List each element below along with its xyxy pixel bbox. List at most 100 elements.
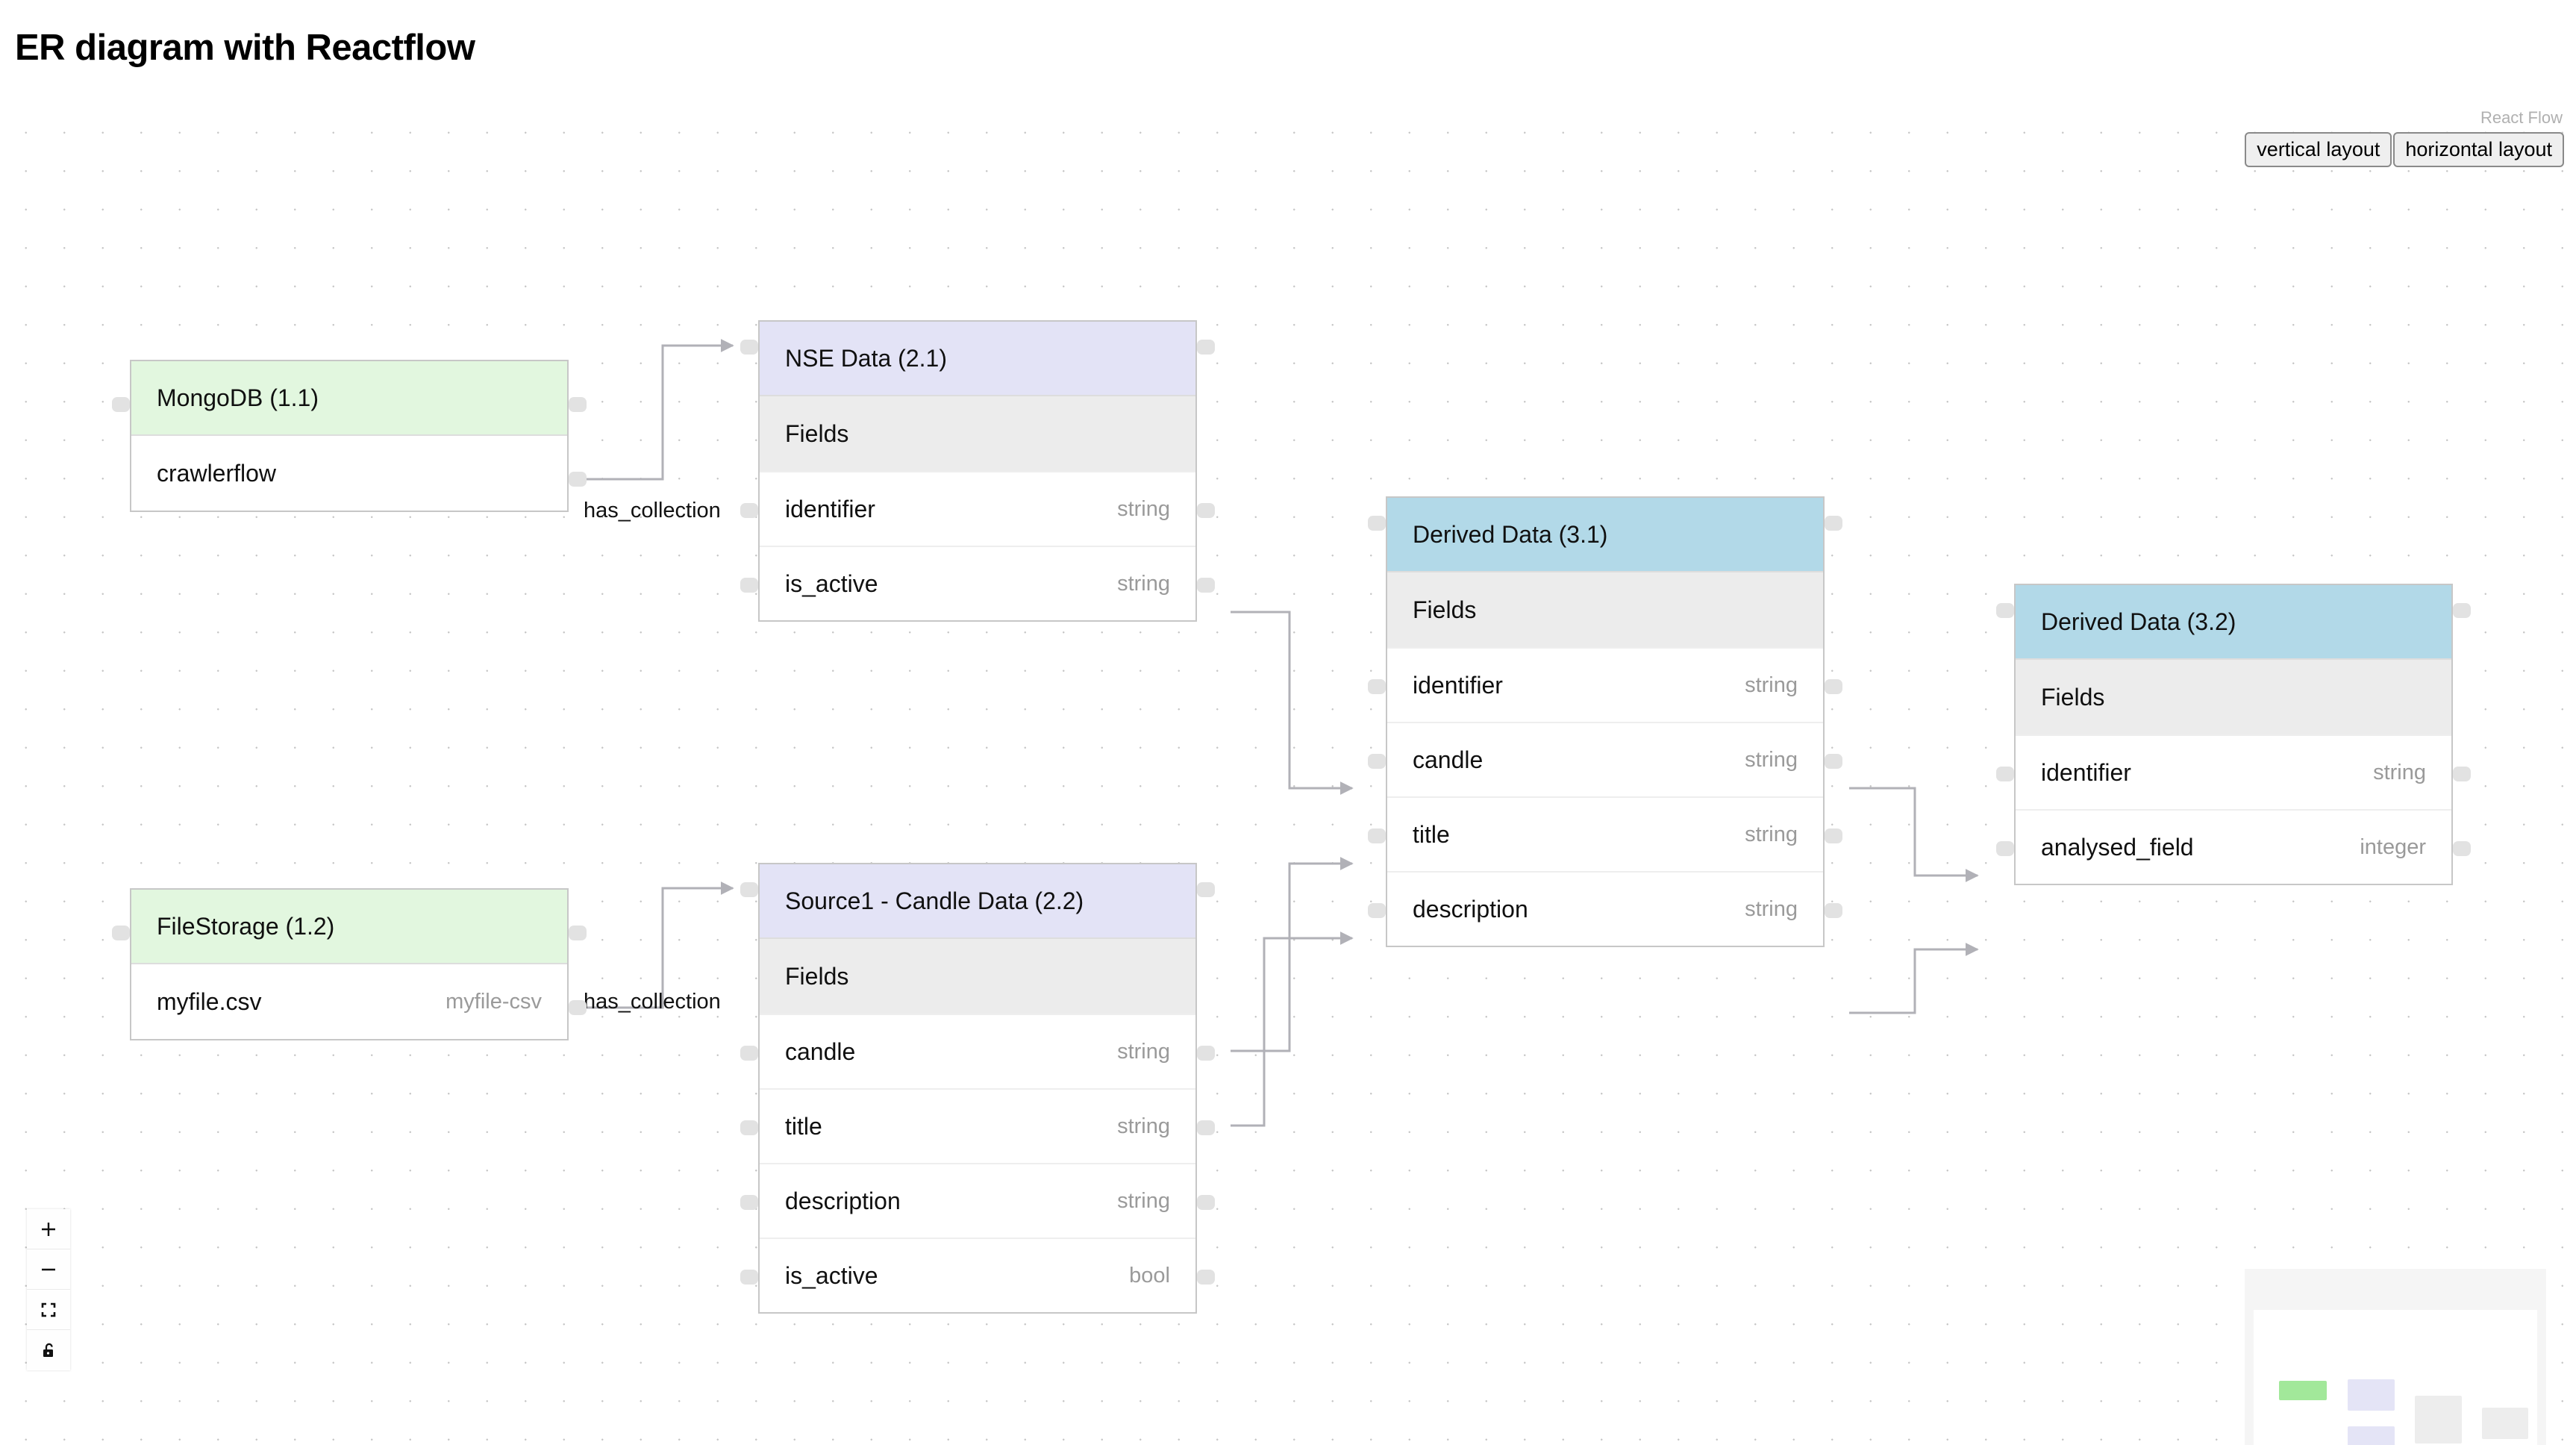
node-filestorage-row-myfile[interactable]: myfile.csv myfile-csv (131, 964, 567, 1039)
handle-derived31-source-candle[interactable] (1825, 754, 1842, 769)
node-source1-title: Source1 - Candle Data (2.2) (760, 864, 1195, 939)
handle-derived32-target-header[interactable] (1996, 603, 2014, 618)
handle-source1-target-candle[interactable] (740, 1046, 758, 1061)
handle-nse-source-identifier[interactable] (1197, 503, 1215, 518)
reactflow-canvas[interactable]: has_collection has_collection MongoDB (1… (0, 104, 2576, 1445)
handle-source1-source-header[interactable] (1197, 882, 1215, 897)
handle-derived31-target-header[interactable] (1368, 516, 1386, 531)
handle-source1-target-header[interactable] (740, 882, 758, 897)
row-type: string (1745, 747, 1798, 772)
minimap-node-derived31 (2415, 1396, 2462, 1444)
handle-nse-source-header[interactable] (1197, 340, 1215, 355)
node-derived-data-32-fields-label: Fields (2016, 660, 2451, 734)
layout-panel: vertical layout horizontal layout (2245, 132, 2564, 168)
handle-source1-target-description[interactable] (740, 1195, 758, 1210)
node-mongodb[interactable]: MongoDB (1.1) crawlerflow (112, 360, 587, 512)
edge-source1-candle-to-derived31-candle (1231, 857, 1354, 1052)
horizontal-layout-button[interactable]: horizontal layout (2393, 132, 2564, 168)
handle-source1-target-is-active[interactable] (740, 1270, 758, 1285)
handle-filestorage-source-header[interactable] (569, 926, 587, 940)
edge-derived31-description-to-derived32-analysed (1849, 943, 1979, 1014)
row-name: crawlerflow (157, 459, 277, 487)
row-type: string (1117, 1188, 1170, 1213)
node-filestorage-title: FileStorage (1.2) (131, 890, 567, 964)
handle-mongodb-source-header[interactable] (569, 397, 587, 412)
handle-derived31-target-identifier[interactable] (1368, 679, 1386, 694)
node-derived31-row-title[interactable]: title string (1387, 796, 1823, 871)
handle-source1-source-candle[interactable] (1197, 1046, 1215, 1061)
handle-nse-target-identifier[interactable] (740, 503, 758, 518)
minimap-node-source1 (2348, 1426, 2395, 1445)
handle-derived32-source-identifier[interactable] (2453, 767, 2471, 781)
handle-filestorage-source-myfile[interactable] (569, 1000, 587, 1015)
handle-derived32-target-identifier[interactable] (1996, 767, 2014, 781)
node-derived-data-31-title: Derived Data (3.1) (1387, 498, 1823, 572)
node-source1-row-is-active[interactable]: is_active bool (760, 1238, 1195, 1312)
fit-view-button[interactable] (27, 1290, 70, 1330)
node-derived32-row-analysed-field[interactable]: analysed_field integer (2016, 809, 2451, 884)
node-source1-row-candle[interactable]: candle string (760, 1014, 1195, 1088)
handle-nse-target-header[interactable] (740, 340, 758, 355)
page-title: ER diagram with Reactflow (15, 28, 475, 68)
vertical-layout-button[interactable]: vertical layout (2245, 132, 2392, 168)
react-flow-attribution[interactable]: React Flow (2480, 108, 2563, 128)
node-derived31-row-description[interactable]: description string (1387, 871, 1823, 946)
row-type: integer (2360, 834, 2426, 859)
node-derived-data-31[interactable]: Derived Data (3.1) Fields identifier str… (1368, 496, 1842, 947)
fit-view-icon (40, 1301, 57, 1319)
handle-source1-source-title[interactable] (1197, 1120, 1215, 1135)
zoom-out-button[interactable] (27, 1249, 70, 1290)
handle-derived31-target-candle[interactable] (1368, 754, 1386, 769)
node-derived31-row-candle[interactable]: candle string (1387, 722, 1823, 796)
node-nse-data[interactable]: NSE Data (2.1) Fields identifier string … (740, 320, 1215, 622)
row-name: identifier (785, 495, 875, 522)
node-nse-data-row-identifier[interactable]: identifier string (760, 471, 1195, 546)
row-type: string (2373, 760, 2426, 784)
handle-source1-target-title[interactable] (740, 1120, 758, 1135)
handle-filestorage-target-header[interactable] (112, 926, 130, 940)
node-mongodb-title: MongoDB (1.1) (131, 361, 567, 436)
row-name: candle (785, 1037, 856, 1065)
node-derived31-row-identifier[interactable]: identifier string (1387, 647, 1823, 722)
handle-derived31-source-title[interactable] (1825, 828, 1842, 843)
handle-mongodb-source-crawlerflow[interactable] (569, 472, 587, 487)
zoom-in-button[interactable] (27, 1209, 70, 1249)
unlock-icon (40, 1341, 57, 1359)
handle-derived32-source-analysed-field[interactable] (2453, 841, 2471, 856)
handle-derived31-source-header[interactable] (1825, 516, 1842, 531)
row-name: title (785, 1112, 822, 1140)
row-type: string (1745, 672, 1798, 697)
node-derived-data-32[interactable]: Derived Data (3.2) Fields identifier str… (1996, 584, 2471, 885)
handle-derived32-source-header[interactable] (2453, 603, 2471, 618)
minimap-viewport-mask (2254, 1310, 2537, 1445)
handle-derived31-source-identifier[interactable] (1825, 679, 1842, 694)
node-nse-data-row-is-active[interactable]: is_active string (760, 546, 1195, 620)
node-source1-candle-data[interactable]: Source1 - Candle Data (2.2) Fields candl… (740, 863, 1215, 1314)
handle-nse-source-is-active[interactable] (1197, 578, 1215, 593)
minimap-node-mongodb (2279, 1381, 2327, 1400)
row-name: candle (1413, 746, 1484, 773)
row-type: string (1745, 896, 1798, 921)
node-filestorage[interactable]: FileStorage (1.2) myfile.csv myfile-csv (112, 888, 587, 1040)
node-derived-data-32-title: Derived Data (3.2) (2016, 585, 2451, 660)
handle-derived32-target-analysed-field[interactable] (1996, 841, 2014, 856)
handle-source1-source-description[interactable] (1197, 1195, 1215, 1210)
handle-mongodb-target-header[interactable] (112, 397, 130, 412)
handle-derived31-target-title[interactable] (1368, 828, 1386, 843)
node-source1-row-title[interactable]: title string (760, 1088, 1195, 1163)
handle-derived31-target-description[interactable] (1368, 903, 1386, 918)
toggle-interactivity-button[interactable] (27, 1330, 70, 1370)
handle-source1-source-is-active[interactable] (1197, 1270, 1215, 1285)
row-name: description (1413, 895, 1528, 923)
edge-source1-title-to-derived31-title (1231, 931, 1354, 1127)
minimap[interactable] (2245, 1269, 2546, 1445)
node-derived32-row-identifier[interactable]: identifier string (2016, 734, 2451, 809)
row-type: string (1745, 822, 1798, 846)
node-source1-row-description[interactable]: description string (760, 1163, 1195, 1238)
er-diagram-app: ER diagram with Reactflow has_collection… (0, 0, 2576, 1445)
handle-nse-target-is-active[interactable] (740, 578, 758, 593)
row-name: myfile.csv (157, 987, 262, 1015)
node-mongodb-row-crawlerflow[interactable]: crawlerflow (131, 436, 567, 511)
handle-derived31-source-description[interactable] (1825, 903, 1842, 918)
edge-label-has-collection-2: has_collection (584, 990, 721, 1014)
